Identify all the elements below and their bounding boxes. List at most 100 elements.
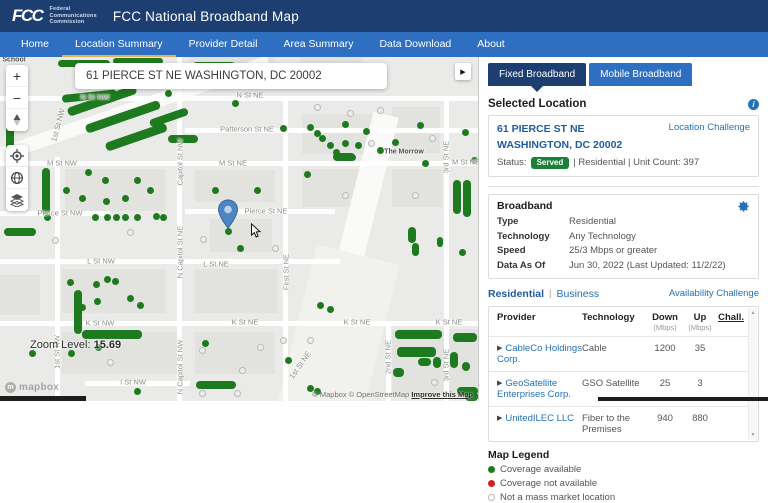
coverage-available-dot[interactable] <box>202 340 209 347</box>
location-challenge-link[interactable]: Location Challenge <box>669 122 750 133</box>
coverage-available-dot[interactable] <box>459 249 466 256</box>
coverage-dot-cluster[interactable] <box>433 357 441 368</box>
filter-residential[interactable]: Residential <box>488 288 544 300</box>
coverage-available-dot[interactable] <box>104 276 111 283</box>
expand-caret-icon[interactable]: ▶ <box>497 415 502 422</box>
zoom-out-button[interactable]: − <box>6 87 28 109</box>
coverage-dot-cluster[interactable] <box>418 358 431 366</box>
coverage-available-dot[interactable] <box>392 139 399 146</box>
coverage-available-dot[interactable] <box>122 214 129 221</box>
nav-item-provider-detail[interactable]: Provider Detail <box>176 32 271 57</box>
coverage-available-dot[interactable] <box>102 177 109 184</box>
non-mass-market-dot[interactable] <box>200 236 207 243</box>
coverage-available-dot[interactable] <box>319 135 326 142</box>
non-mass-market-dot[interactable] <box>347 110 354 117</box>
coverage-available-dot[interactable] <box>317 302 324 309</box>
nav-item-about[interactable]: About <box>464 32 517 57</box>
panel-toggle-button[interactable]: ▶ <box>455 63 471 80</box>
coverage-dot-cluster[interactable] <box>408 227 416 243</box>
coverage-available-dot[interactable] <box>153 213 160 220</box>
scroll-down-icon[interactable]: ▼ <box>751 432 756 438</box>
coverage-dot-cluster[interactable] <box>450 352 458 368</box>
coverage-dot-cluster[interactable] <box>462 362 470 371</box>
provider-row[interactable]: ▶UnitedILEC LLC Fiber to the Premises 94… <box>489 406 758 441</box>
coverage-available-dot[interactable] <box>363 128 370 135</box>
coverage-available-dot[interactable] <box>304 171 311 178</box>
improve-map-link[interactable]: Improve this Map <box>411 390 473 399</box>
coverage-available-dot[interactable] <box>94 298 101 305</box>
coverage-available-dot[interactable] <box>212 187 219 194</box>
coverage-available-dot[interactable] <box>134 177 141 184</box>
non-mass-market-dot[interactable] <box>314 104 321 111</box>
address-line1-link[interactable]: 61 PIERCE ST NE <box>497 122 585 138</box>
coverage-dot-cluster[interactable] <box>395 330 442 339</box>
coverage-available-dot[interactable] <box>29 350 36 357</box>
non-mass-market-dot[interactable] <box>127 229 134 236</box>
non-mass-market-dot[interactable] <box>307 337 314 344</box>
nav-item-home[interactable]: Home <box>8 32 62 57</box>
non-mass-market-dot[interactable] <box>431 379 438 386</box>
coverage-available-dot[interactable] <box>147 187 154 194</box>
coverage-dot-cluster[interactable] <box>453 180 461 214</box>
coverage-available-dot[interactable] <box>307 124 314 131</box>
search-input[interactable] <box>75 63 387 89</box>
scroll-up-icon[interactable]: ▲ <box>751 310 756 316</box>
provider-link[interactable]: UnitedILEC LLC <box>505 413 574 424</box>
globe-button[interactable] <box>6 167 28 189</box>
coverage-dot-cluster[interactable] <box>397 347 436 357</box>
coverage-available-dot[interactable] <box>79 195 86 202</box>
coverage-dot-cluster[interactable] <box>393 368 404 377</box>
tab-fixed-broadband[interactable]: Fixed Broadband <box>488 63 586 86</box>
compass-button[interactable] <box>6 109 28 131</box>
geolocate-button[interactable] <box>6 145 28 167</box>
coverage-available-dot[interactable] <box>160 214 167 221</box>
coverage-dot-cluster[interactable] <box>82 330 142 339</box>
non-mass-market-dot[interactable] <box>377 107 384 114</box>
non-mass-market-dot[interactable] <box>429 135 436 142</box>
layers-button[interactable] <box>6 189 28 211</box>
coverage-dot-cluster[interactable] <box>196 381 236 389</box>
tab-mobile-broadband[interactable]: Mobile Broadband <box>589 63 692 86</box>
non-mass-market-dot[interactable] <box>199 347 206 354</box>
coverage-available-dot[interactable] <box>137 302 144 309</box>
coverage-available-dot[interactable] <box>342 140 349 147</box>
coverage-available-dot[interactable] <box>92 214 99 221</box>
non-mass-market-dot[interactable] <box>412 192 419 199</box>
coverage-dot-cluster[interactable] <box>105 122 168 151</box>
coverage-available-dot[interactable] <box>63 187 70 194</box>
non-mass-market-dot[interactable] <box>52 237 59 244</box>
nav-item-data-download[interactable]: Data Download <box>366 32 464 57</box>
non-mass-market-dot[interactable] <box>272 245 279 252</box>
non-mass-market-dot[interactable] <box>280 337 287 344</box>
coverage-available-dot[interactable] <box>462 129 469 136</box>
coverage-available-dot[interactable] <box>113 214 120 221</box>
coverage-dot-cluster[interactable] <box>453 333 477 342</box>
non-mass-market-dot[interactable] <box>234 390 241 397</box>
coverage-available-dot[interactable] <box>104 214 111 221</box>
coverage-available-dot[interactable] <box>85 169 92 176</box>
coverage-available-dot[interactable] <box>342 121 349 128</box>
non-mass-market-dot[interactable] <box>257 344 264 351</box>
coverage-available-dot[interactable] <box>122 195 129 202</box>
coverage-available-dot[interactable] <box>165 90 172 97</box>
filter-business[interactable]: Business <box>557 288 600 300</box>
coverage-dot-cluster[interactable] <box>412 243 419 256</box>
table-scrollbar[interactable]: ▲ ▼ <box>748 308 757 440</box>
coverage-available-dot[interactable] <box>422 160 429 167</box>
coverage-available-dot[interactable] <box>285 357 292 364</box>
coverage-available-dot[interactable] <box>134 388 141 395</box>
coverage-available-dot[interactable] <box>333 149 340 156</box>
coverage-dot-cluster[interactable] <box>42 168 50 214</box>
non-mass-market-dot[interactable] <box>342 192 349 199</box>
coverage-dot-cluster[interactable] <box>74 290 82 334</box>
coverage-dot-cluster[interactable] <box>463 180 471 217</box>
coverage-available-dot[interactable] <box>355 142 362 149</box>
coverage-available-dot[interactable] <box>112 278 119 285</box>
availability-challenge-link[interactable]: Availability Challenge <box>669 288 759 299</box>
coverage-available-dot[interactable] <box>134 214 141 221</box>
expand-caret-icon[interactable]: ▶ <box>497 345 502 352</box>
non-mass-market-dot[interactable] <box>239 367 246 374</box>
coverage-available-dot[interactable] <box>127 295 134 302</box>
coverage-available-dot[interactable] <box>103 198 110 205</box>
nav-item-area-summary[interactable]: Area Summary <box>270 32 366 57</box>
